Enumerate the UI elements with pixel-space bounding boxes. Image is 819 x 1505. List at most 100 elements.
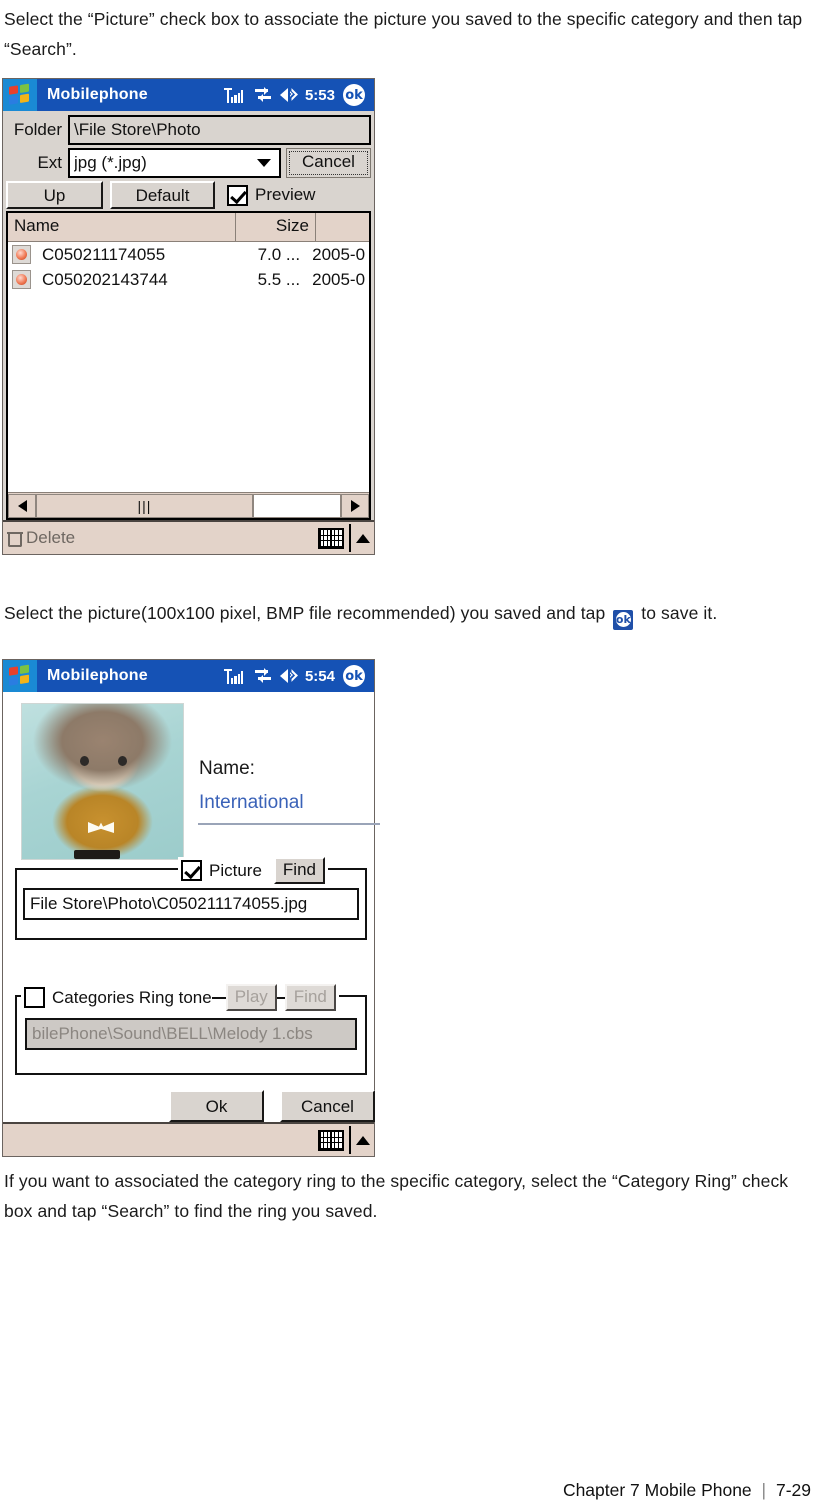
clock-label: 5:53 (304, 86, 335, 104)
trash-icon (7, 530, 23, 547)
signal-icon (223, 668, 247, 684)
titlebar-ok-button[interactable]: ok (343, 84, 365, 106)
cancel-button[interactable]: Cancel (280, 1090, 375, 1122)
file-date: 2005-0 (312, 269, 366, 289)
file-browser-titlebar: Mobilephone 5:53 ok (3, 79, 374, 111)
image-file-icon (12, 270, 31, 289)
ext-row: Ext jpg (*.jpg) Cancel (6, 148, 371, 178)
photo-detail (80, 756, 89, 766)
footer-separator: | (761, 1480, 767, 1500)
category-editor-softkeybar (3, 1122, 374, 1156)
name-label: Name: (199, 758, 255, 779)
footer-chapter: Chapter 7 Mobile Phone (562, 1480, 752, 1500)
delete-label: Delete (26, 528, 76, 547)
file-browser-softkeybar: Delete (3, 520, 374, 554)
delete-softkey[interactable]: Delete (7, 528, 75, 548)
ext-dropdown-value: jpg (*.jpg) (74, 153, 147, 172)
folder-label: Folder (13, 120, 62, 139)
picture-group-header: Picture Find (178, 857, 328, 884)
scroll-left-button[interactable] (8, 493, 36, 518)
picture-checkbox-label: Picture (209, 860, 262, 880)
ext-label: Ext (37, 153, 62, 172)
category-editor-window: Mobilephone 5:54 ok Name: International (2, 659, 380, 1157)
chevron-down-icon (257, 159, 271, 167)
chevron-up-icon[interactable] (356, 1135, 370, 1145)
paragraph-select-picture-after: to save it. (641, 603, 718, 623)
keyboard-icon[interactable] (318, 1129, 344, 1151)
ringtone-checkbox[interactable] (24, 987, 45, 1008)
file-size: 7.0 ... (257, 244, 301, 264)
picture-path-field[interactable]: File Store\Photo\C050211174055.jpg (23, 888, 359, 920)
ext-dropdown[interactable]: jpg (*.jpg) (68, 148, 281, 178)
titlebar-status-icons: 5:53 ok (223, 84, 365, 106)
browser-action-row: Up Default Preview (6, 181, 371, 209)
footer-page-number: 7-29 (775, 1480, 811, 1500)
name-value[interactable]: International (199, 792, 304, 814)
signal-icon (223, 87, 247, 103)
clock-label: 5:54 (304, 667, 335, 685)
default-button[interactable]: Default (110, 181, 215, 209)
ringtone-checkbox-label: Categories Ring tone (52, 987, 212, 1007)
file-name: C050202143744 (42, 269, 168, 289)
ok-button[interactable]: Ok (169, 1090, 264, 1122)
windows-logo-icon (3, 660, 37, 692)
column-header-name[interactable]: Name (8, 213, 236, 241)
file-list[interactable]: Name Size C050211174055 7.0 ... 2005-0 C… (6, 211, 371, 520)
column-header-size[interactable]: Size (236, 213, 316, 241)
titlebar-status-icons: 5:54 ok (223, 665, 365, 687)
dialog-buttons: Ok Cancel (169, 1090, 375, 1122)
windows-logo-icon (3, 79, 37, 111)
app-title: Mobilephone (47, 667, 148, 684)
folder-path-field[interactable]: \File Store\Photo (68, 115, 371, 145)
picture-preview[interactable] (21, 703, 184, 860)
preview-checkbox[interactable] (227, 184, 248, 206)
photo-detail (118, 756, 127, 766)
ringtone-group-header: Categories Ring tone Play Find (21, 984, 339, 1011)
picture-checkbox[interactable] (181, 860, 202, 881)
chevron-up-icon[interactable] (356, 533, 370, 543)
page-footer: Chapter 7 Mobile Phone | 7-29 (563, 1480, 811, 1501)
paragraph-category-ring: If you want to associated the category r… (4, 1166, 804, 1226)
paragraph-select-picture-before: Select the picture(100x100 pixel, BMP fi… (4, 603, 606, 623)
ringtone-find-button[interactable]: Find (284, 984, 336, 1011)
photo-detail (88, 822, 114, 833)
file-name: C050211174055 (42, 244, 166, 264)
folder-row: Folder \File Store\Photo (6, 115, 371, 145)
category-editor-body: Name: International Picture Find File St… (3, 692, 380, 1122)
titlebar-ok-button[interactable]: ok (343, 665, 365, 687)
scrollbar-thumb[interactable]: ||| (36, 493, 253, 518)
picture-find-button[interactable]: Find (273, 857, 325, 884)
file-browser-window: Mobilephone 5:53 ok Folder \File Store\P… (2, 78, 375, 555)
volume-icon[interactable] (279, 88, 298, 102)
horizontal-scrollbar[interactable]: ||| (8, 492, 369, 518)
ringtone-path-field[interactable]: bilePhone\Sound\BELL\Melody 1.cbs (25, 1018, 357, 1050)
softbar-divider (349, 524, 351, 552)
preview-label: Preview (255, 185, 316, 204)
volume-icon[interactable] (279, 669, 298, 683)
app-title: Mobilephone (47, 86, 148, 103)
softbar-divider (349, 1126, 351, 1154)
category-editor-titlebar: Mobilephone 5:54 ok (3, 660, 374, 692)
cancel-button[interactable]: Cancel (286, 148, 371, 178)
file-list-header: Name Size (8, 213, 369, 242)
inline-ok-icon: ok (613, 609, 634, 630)
column-header-date[interactable] (316, 213, 369, 241)
name-underline (198, 823, 380, 825)
table-row[interactable]: C050202143744 5.5 ... 2005-0 (8, 267, 369, 292)
preview-checkbox-wrap[interactable]: Preview (227, 184, 316, 206)
up-button[interactable]: Up (6, 181, 103, 209)
ringtone-play-button[interactable]: Play (225, 984, 277, 1011)
file-list-body[interactable]: C050211174055 7.0 ... 2005-0 C0502021437… (8, 242, 369, 492)
file-size: 5.5 ... (257, 269, 301, 289)
connectivity-icon (255, 87, 272, 102)
connectivity-icon (255, 668, 272, 683)
photo-detail (74, 850, 120, 859)
paragraph-intro: Select the “Picture” check box to associ… (4, 4, 804, 64)
keyboard-icon[interactable] (318, 527, 344, 549)
scroll-right-button[interactable] (341, 493, 369, 518)
table-row[interactable]: C050211174055 7.0 ... 2005-0 (8, 242, 369, 267)
image-file-icon (12, 245, 31, 264)
paragraph-select-picture: Select the picture(100x100 pixel, BMP fi… (4, 598, 804, 630)
scrollbar-track[interactable] (253, 493, 341, 518)
file-date: 2005-0 (312, 244, 366, 264)
